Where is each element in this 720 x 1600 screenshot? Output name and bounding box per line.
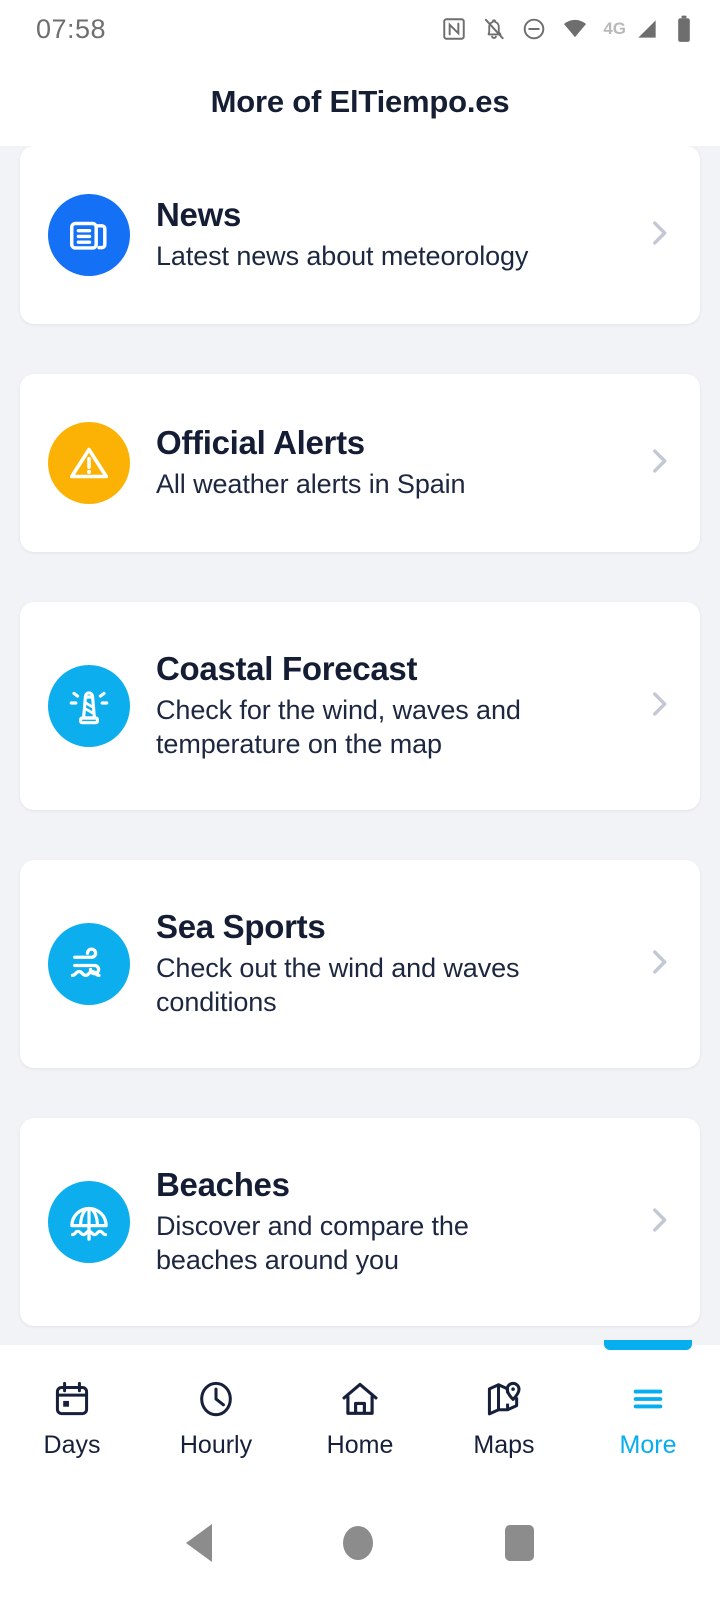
beach-umbrella-icon (65, 1198, 113, 1246)
house-icon (338, 1377, 382, 1421)
official-alerts-text: Official Alerts All weather alerts in Sp… (156, 424, 628, 501)
coastal-forecast-text: Coastal Forecast Check for the wind, wav… (156, 650, 628, 762)
recents-button[interactable] (505, 1524, 535, 1561)
tab-more[interactable]: More (576, 1340, 720, 1485)
menu-item-beaches[interactable]: Beaches Discover and compare the beaches… (20, 1118, 700, 1326)
active-tab-indicator (604, 1340, 692, 1350)
app-header: More of ElTiempo.es (0, 58, 720, 146)
menu-item-official-alerts[interactable]: Official Alerts All weather alerts in Sp… (20, 374, 700, 552)
chevron-right-icon (642, 687, 676, 726)
lighthouse-icon (65, 682, 113, 730)
home-button[interactable] (343, 1525, 374, 1560)
tab-maps[interactable]: Maps (432, 1345, 576, 1485)
menu-item-sea-sports[interactable]: Sea Sports Check out the wind and waves … (20, 860, 700, 1068)
news-text: News Latest news about meteorology (156, 196, 628, 273)
tab-label: Home (326, 1430, 394, 1459)
warning-triangle-icon (66, 440, 112, 486)
tab-label: More (619, 1430, 677, 1459)
do-not-disturb-icon (521, 16, 547, 42)
network-type-label: 4G (603, 19, 626, 38)
wind-wave-icon (65, 940, 113, 988)
page-title: More of ElTiempo.es (210, 84, 510, 119)
alerts-badge (48, 422, 130, 504)
nfc-icon (441, 16, 467, 42)
menu-item-title: Beaches (156, 1165, 290, 1203)
cellular-signal-icon (634, 16, 660, 42)
status-bar: 07:58 4G (0, 0, 720, 58)
system-navigation-bar (0, 1485, 720, 1600)
beaches-text: Beaches Discover and compare the beaches… (156, 1166, 628, 1278)
sea-sports-badge (48, 923, 130, 1005)
newspaper-icon (66, 212, 112, 258)
wifi-icon (561, 16, 589, 42)
tab-label: Days (43, 1430, 101, 1459)
menu-item-coastal-forecast[interactable]: Coastal Forecast Check for the wind, wav… (20, 602, 700, 810)
chevron-right-icon (642, 216, 676, 255)
tab-label: Maps (473, 1430, 535, 1459)
tab-days[interactable]: Days (0, 1345, 144, 1485)
tab-hourly[interactable]: Hourly (144, 1345, 288, 1485)
sea-sports-text: Sea Sports Check out the wind and waves … (156, 908, 628, 1020)
battery-icon (674, 15, 694, 43)
menu-item-description: All weather alerts in Spain (156, 469, 466, 500)
menu-item-description: Check out the wind and waves conditions (156, 952, 520, 1018)
menu-item-description: Check for the wind, waves and temperatur… (156, 694, 521, 760)
status-bar-clock: 07:58 (36, 13, 107, 44)
news-badge (48, 194, 130, 276)
chevron-right-icon (642, 1203, 676, 1242)
chevron-right-icon (642, 945, 676, 984)
coastal-badge (48, 665, 130, 747)
menu-item-title: Coastal Forecast (156, 649, 418, 687)
beaches-badge (48, 1181, 130, 1263)
tab-home[interactable]: Home (288, 1345, 432, 1485)
menu-item-description: Latest news about meteorology (156, 241, 529, 272)
menu-item-title: Official Alerts (156, 424, 365, 462)
menu-item-description: Discover and compare the beaches around … (156, 1210, 469, 1276)
menu-item-title: News (156, 196, 242, 234)
hamburger-menu-icon (626, 1377, 670, 1421)
status-bar-icons: 4G (441, 15, 694, 43)
menu-list[interactable]: News Latest news about meteorology Offic… (0, 146, 720, 1345)
phone-screen: 07:58 4G More of ElTiempo.es News Latest… (0, 0, 720, 1600)
notifications-muted-icon (481, 16, 507, 42)
menu-item-title: Sea Sports (156, 907, 326, 945)
back-button[interactable] (185, 1523, 212, 1562)
clock-icon (194, 1377, 238, 1421)
calendar-icon (50, 1377, 94, 1421)
tab-label: Hourly (179, 1430, 253, 1459)
menu-item-news[interactable]: News Latest news about meteorology (20, 146, 700, 324)
map-pin-icon (482, 1377, 526, 1421)
bottom-navigation: Days Hourly Home Maps More (0, 1340, 720, 1485)
chevron-right-icon (642, 444, 676, 483)
